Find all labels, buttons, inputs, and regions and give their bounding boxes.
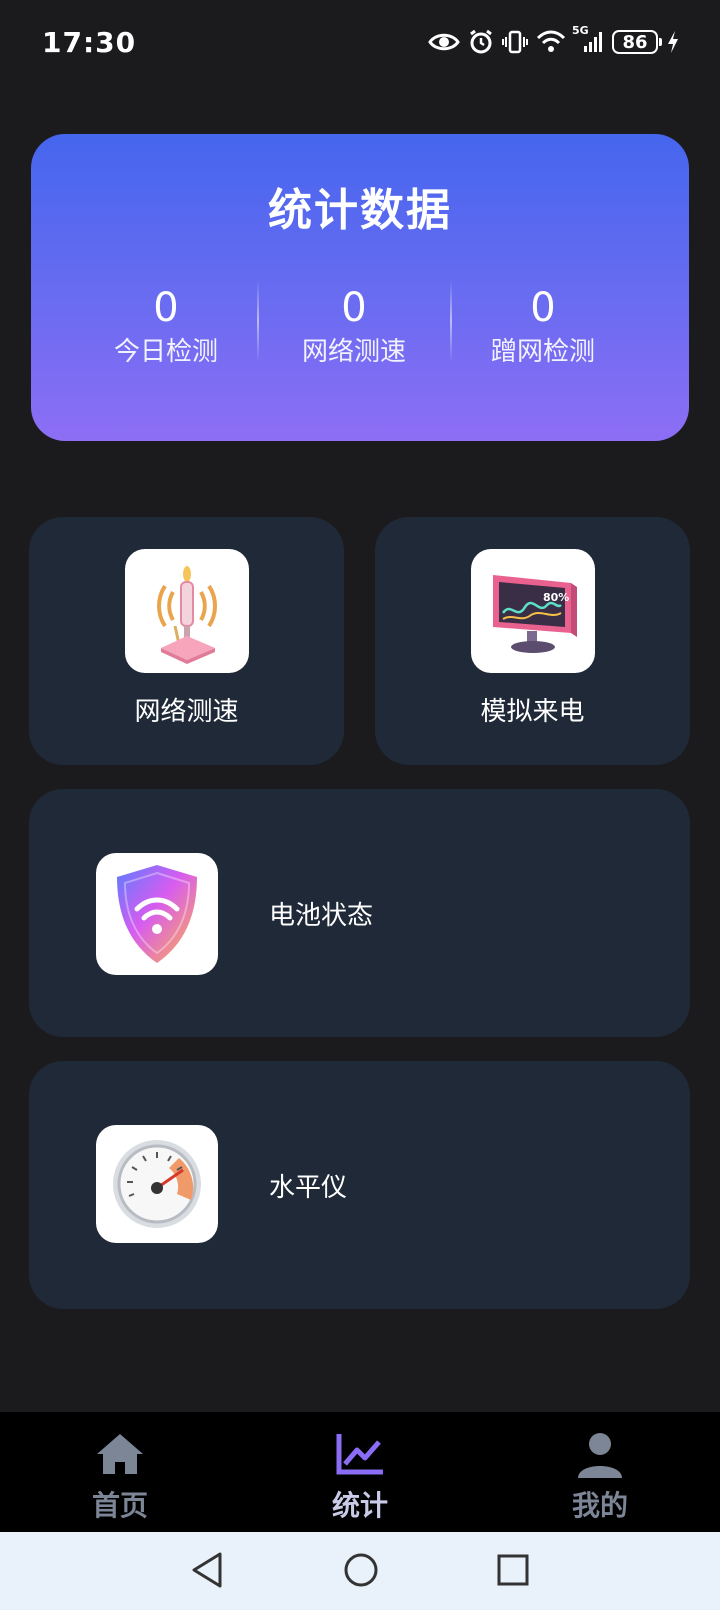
system-nav xyxy=(0,1532,720,1610)
stat-label: 蹭网检测 xyxy=(490,337,595,367)
nav-profile[interactable]: 我的 xyxy=(530,1412,670,1532)
simulate-call-label: 模拟来电 xyxy=(480,697,585,727)
vibrate-icon xyxy=(502,29,528,55)
nav-stats[interactable]: 统计 xyxy=(290,1412,430,1532)
battery-status-card[interactable]: 电池状态 xyxy=(29,789,690,1037)
stat-divider xyxy=(450,280,452,362)
level-card[interactable]: 水平仪 xyxy=(29,1061,690,1309)
nav-stats-label: 统计 xyxy=(331,1489,388,1522)
stat-label: 网络测速 xyxy=(301,337,406,367)
stat-value: 0 xyxy=(153,285,179,331)
recents-icon[interactable] xyxy=(495,1550,531,1590)
status-bar: 17:30 5G 86 xyxy=(0,0,720,84)
chart-icon xyxy=(336,1434,383,1475)
app-screen: 17:30 5G 86 统计数据 0 今日检测 0 网络测速 0 蹭网检测 网络… xyxy=(0,0,720,1610)
battery-icon: 86 xyxy=(612,30,662,54)
nav-home-label: 首页 xyxy=(91,1489,148,1522)
level-label: 水平仪 xyxy=(269,1173,348,1203)
stat-value: 0 xyxy=(341,285,367,331)
stats-title: 统计数据 xyxy=(268,185,452,236)
stat-speedtest: 0 网络测速 xyxy=(274,286,434,370)
bottom-nav: 首页 统计 我的 xyxy=(0,1412,720,1532)
battery-status-label: 电池状态 xyxy=(269,901,374,931)
home-circle-icon[interactable] xyxy=(341,1550,381,1590)
home-icon xyxy=(97,1434,143,1474)
eye-icon xyxy=(428,31,460,53)
speedometer-icon xyxy=(96,1125,218,1243)
stats-card: 统计数据 0 今日检测 0 网络测速 0 蹭网检测 xyxy=(31,134,689,441)
alarm-icon xyxy=(468,29,494,55)
nav-home[interactable]: 首页 xyxy=(50,1412,190,1532)
stat-label: 今日检测 xyxy=(113,337,218,367)
network-speed-label: 网络测速 xyxy=(134,697,239,727)
status-time: 17:30 xyxy=(42,25,137,59)
network-speed-card[interactable]: 网络测速 xyxy=(29,517,344,765)
stat-today: 0 今日检测 xyxy=(86,286,246,370)
nav-profile-label: 我的 xyxy=(571,1489,628,1522)
monitor-icon-text: 80% xyxy=(543,591,569,604)
monitor-icon: 80% xyxy=(471,549,595,673)
status-icons: 5G 86 xyxy=(428,24,680,55)
charging-icon xyxy=(666,30,680,54)
stat-divider xyxy=(257,280,259,362)
antenna-icon xyxy=(125,549,249,673)
simulate-call-card[interactable]: 80% 模拟来电 xyxy=(375,517,690,765)
signal-icon: 5G xyxy=(572,24,604,54)
stat-value: 0 xyxy=(530,285,556,331)
wifi-icon xyxy=(536,30,566,54)
user-icon xyxy=(578,1433,622,1478)
stat-freeloader: 0 蹭网检测 xyxy=(463,286,623,370)
shield-wifi-icon xyxy=(96,853,218,975)
back-icon[interactable] xyxy=(190,1550,224,1590)
network-type: 5G xyxy=(572,24,589,37)
